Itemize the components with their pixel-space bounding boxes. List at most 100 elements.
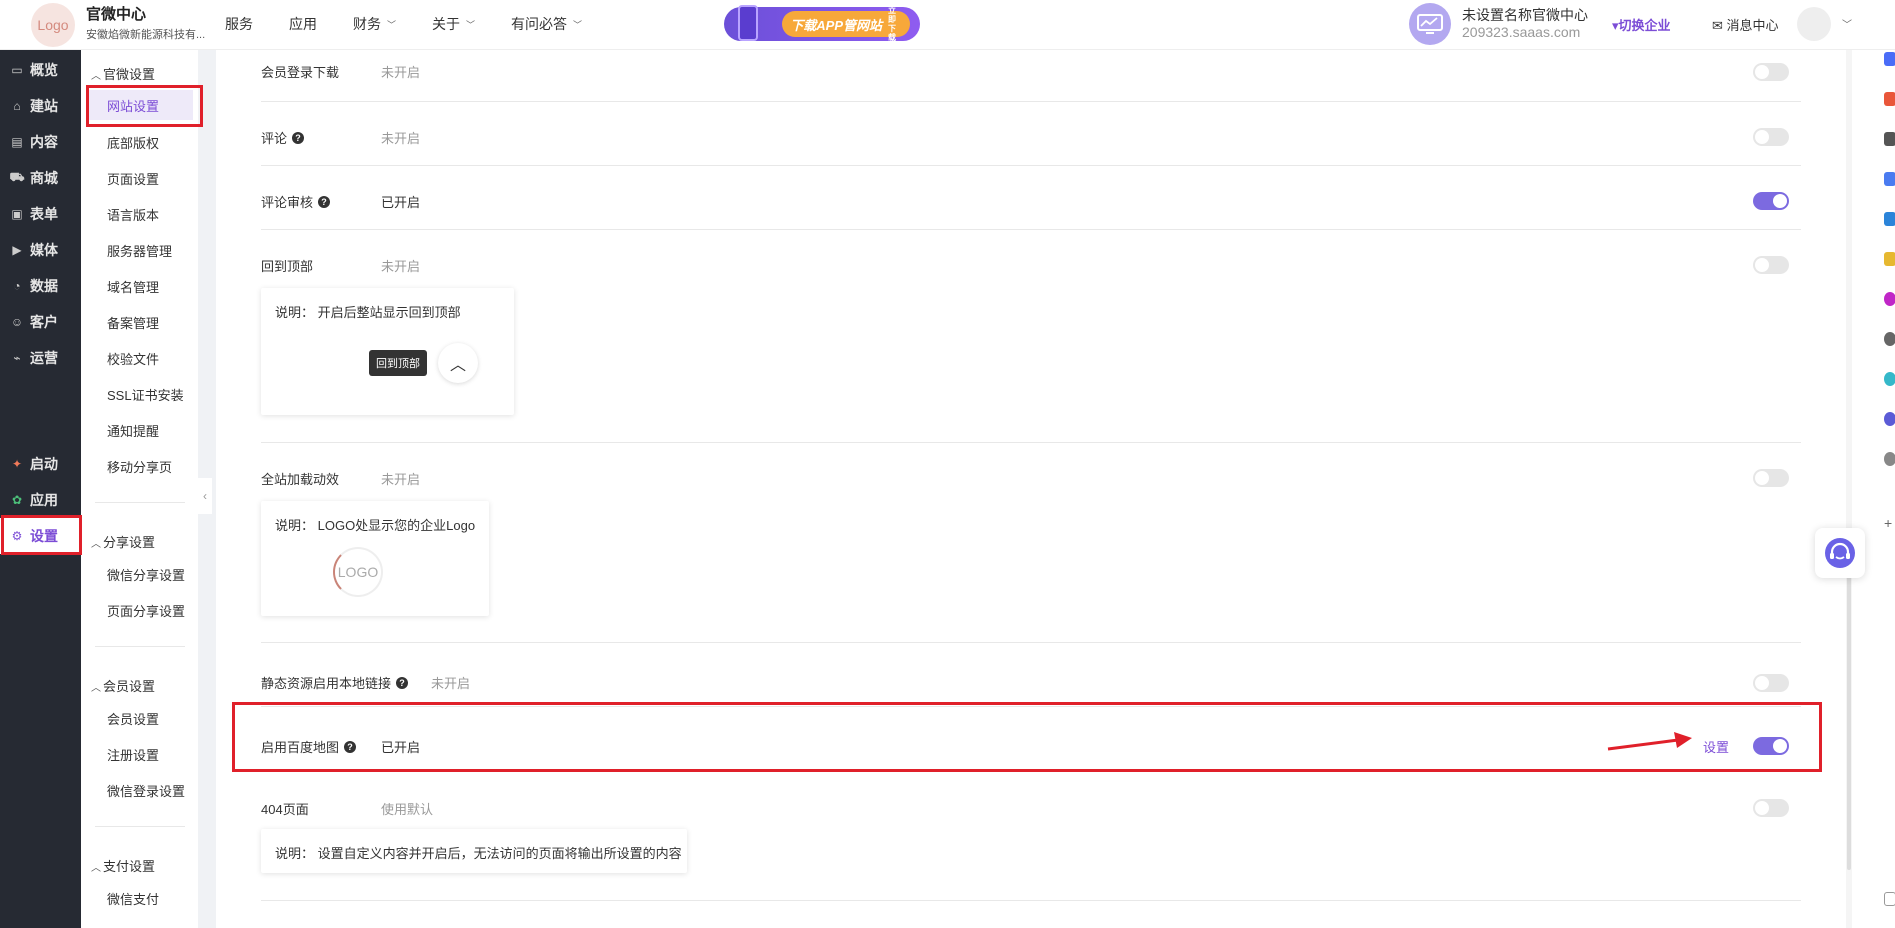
submenu-item-page-settings[interactable]: 页面设置 — [107, 169, 159, 188]
submenu-item-server[interactable]: 服务器管理 — [107, 241, 172, 260]
banner-label: 下载APP管网站 — [790, 17, 882, 33]
submenu-group-member[interactable]: ︿ 会员设置 — [91, 676, 155, 695]
loading-effect-note: 说明： LOGO处显示您的企业Logo LOGO — [261, 501, 489, 616]
download-app-button[interactable]: 下载APP管网站 立即下载 — [782, 6, 910, 42]
user-icon: ☺ — [10, 315, 24, 329]
setting-label: 回到顶部 — [261, 259, 314, 274]
scrollbar-thumb[interactable] — [1847, 570, 1851, 870]
nav-finance[interactable]: 财务 ﹀ — [353, 14, 396, 34]
rail-settings-icon[interactable] — [1884, 332, 1895, 346]
form-icon: ▣ — [11, 207, 23, 221]
sidebar-item-overview[interactable]: ▭ 概览 — [0, 52, 81, 88]
sidebar-item-operation[interactable]: ⌁ 运营 — [0, 340, 81, 376]
rail-app-icon[interactable] — [1884, 212, 1895, 226]
submenu-item-wechat-pay[interactable]: 微信支付 — [107, 889, 159, 908]
company-avatar[interactable] — [1409, 3, 1451, 45]
setting-label-text: 静态资源启用本地链接 — [261, 676, 392, 691]
page-404-toggle[interactable] — [1753, 799, 1789, 817]
annotation-arrow-icon — [1607, 732, 1692, 751]
nav-label: 关于 — [432, 16, 461, 32]
submenu-item-verify-file[interactable]: 校验文件 — [107, 349, 159, 368]
setting-status: 未开启 — [431, 676, 471, 691]
setting-label: 404页面 — [261, 802, 309, 817]
switch-company-link[interactable]: ▾切换企业 — [1612, 15, 1671, 34]
nav-service[interactable]: 服务 — [225, 14, 253, 34]
rail-user-icon[interactable] — [1884, 132, 1895, 146]
rail-app-icon[interactable] — [1884, 92, 1895, 106]
help-icon[interactable]: ? — [396, 676, 409, 689]
submenu-item-member-settings[interactable]: 会员设置 — [107, 709, 159, 728]
cart-icon: ⛟ — [9, 170, 25, 184]
submenu-group-share[interactable]: ︿ 分享设置 — [91, 532, 155, 551]
main-sidebar: ▭ 概览 ⌂ 建站 ▤ 内容 ⛟ 商城 ▣ 表单 ▶ 媒体 ◔ 数据 ☺ 客户 ⌁ 运营 ✦ 启动 … — [0, 50, 81, 928]
submenu-item-wechat-login[interactable]: 微信登录设置 — [107, 781, 185, 800]
nav-faq[interactable]: 有问必答 ﹀ — [511, 14, 582, 34]
rail-app-icon[interactable] — [1884, 252, 1895, 266]
submenu-item-page-share[interactable]: 页面分享设置 — [107, 601, 185, 620]
rail-app-icon[interactable] — [1884, 452, 1895, 466]
rail-app-icon[interactable] — [1884, 372, 1895, 386]
download-app-banner[interactable]: 下载APP管网站 立即下载 — [724, 5, 920, 42]
submenu-item-domain[interactable]: 域名管理 — [107, 277, 159, 296]
member-download-toggle[interactable] — [1753, 63, 1789, 81]
sidebar-item-label: 建站 — [30, 98, 58, 114]
sidebar-item-label: 客户 — [30, 314, 58, 330]
setting-label: 评论审核? — [261, 192, 331, 211]
chevron-down-icon: ﹀ — [387, 19, 397, 30]
submenu-item-wechat-share[interactable]: 微信分享设置 — [107, 565, 185, 584]
rail-app-icon[interactable] — [1884, 172, 1895, 186]
nav-about[interactable]: 关于 ﹀ — [432, 14, 475, 34]
comment-review-toggle[interactable] — [1753, 192, 1789, 210]
help-icon[interactable]: ? — [318, 195, 331, 208]
submenu-item-ssl[interactable]: SSL证书安装 — [107, 385, 184, 404]
chevron-down-icon: ﹀ — [466, 19, 476, 30]
chevron-up-icon: ︿ — [91, 71, 101, 82]
rail-app-icon[interactable] — [1884, 412, 1895, 426]
submenu-item-language[interactable]: 语言版本 — [107, 205, 159, 224]
sidebar-item-content[interactable]: ▤ 内容 — [0, 124, 81, 160]
collapse-submenu-button[interactable]: ‹ — [198, 478, 212, 514]
nav-apps[interactable]: 应用 — [289, 14, 317, 34]
submenu-item-register[interactable]: 注册设置 — [107, 745, 159, 764]
add-icon[interactable]: + — [1884, 516, 1895, 530]
customer-support-button[interactable] — [1815, 528, 1865, 578]
sidebar-item-apps[interactable]: ✿ 应用 — [0, 482, 81, 518]
message-center-link[interactable]: ✉ 消息中心 — [1712, 15, 1779, 34]
sidebar-item-mall[interactable]: ⛟ 商城 — [0, 160, 81, 196]
sidebar-item-site[interactable]: ⌂ 建站 — [0, 88, 81, 124]
back-to-top-toggle[interactable] — [1753, 256, 1789, 274]
submenu-item-footer-copyright[interactable]: 底部版权 — [107, 133, 159, 152]
submenu-item-notify[interactable]: 通知提醒 — [107, 421, 159, 440]
submenu-group-payment[interactable]: ︿ 支付设置 — [91, 856, 155, 875]
submenu-item-icp[interactable]: 备案管理 — [107, 313, 159, 332]
comment-toggle[interactable] — [1753, 128, 1789, 146]
company-domain: 209323.saaas.com — [1462, 24, 1581, 40]
loading-effect-toggle[interactable] — [1753, 469, 1789, 487]
annotation-box-baidu-map — [232, 702, 1822, 772]
rail-app-icon[interactable] — [1884, 52, 1895, 66]
sidebar-item-media[interactable]: ▶ 媒体 — [0, 232, 81, 268]
sidebar-item-label: 媒体 — [30, 242, 58, 258]
static-local-toggle[interactable] — [1753, 674, 1789, 692]
apps-icon: ✿ — [11, 493, 23, 507]
sidebar-item-form[interactable]: ▣ 表单 — [0, 196, 81, 232]
user-avatar[interactable] — [1797, 7, 1831, 41]
submenu-item-mobile-share[interactable]: 移动分享页 — [107, 457, 172, 476]
help-icon[interactable]: ? — [292, 131, 305, 144]
rail-app-icon[interactable] — [1884, 292, 1895, 306]
submenu-group-site[interactable]: ︿ 官微设置 — [91, 64, 155, 83]
page-404-note: 说明： 设置自定义内容并开启后，无法访问的页面将输出所设置的内容 — [261, 829, 687, 873]
sidebar-item-data[interactable]: ◔ 数据 — [0, 268, 81, 304]
chevron-up-icon: ︿ — [91, 863, 101, 874]
annotation-box-settings — [1, 515, 82, 555]
submenu-group-label: 支付设置 — [103, 859, 156, 874]
back-to-top-tooltip: 回到顶部 — [369, 350, 427, 376]
chevron-down-icon[interactable]: ﹀ — [1842, 16, 1852, 31]
submenu-divider — [95, 502, 185, 503]
brand-logo[interactable]: Logo — [31, 3, 75, 47]
sidebar-item-launch[interactable]: ✦ 启动 — [0, 446, 81, 482]
sidebar-item-customer[interactable]: ☺ 客户 — [0, 304, 81, 340]
rail-bottom-icon[interactable] — [1884, 892, 1895, 906]
home-icon: ⌂ — [13, 99, 21, 113]
document-icon: ▤ — [11, 135, 23, 149]
